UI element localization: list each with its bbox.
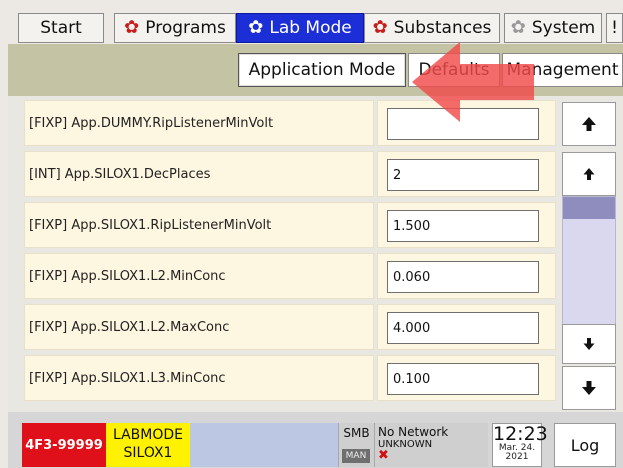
parameter-label: [FIXP] App.SILOX1.L3.MinConc [24,355,374,401]
clock-time: 12:23 [493,423,548,445]
parameter-row[interactable]: [FIXP] App.SILOX1.L2.MaxConc 4.000 [24,304,556,350]
tab-system[interactable]: ✿ System [504,13,602,43]
subtab-application-mode[interactable]: Application Mode [238,53,406,87]
scroll-controls [562,102,616,410]
line-down-button[interactable] [562,324,616,364]
tab-label: Substances [393,18,492,38]
mode-indicator: LABMODE SILOX1 [106,423,190,467]
network-status-text: No Network [378,425,449,439]
parameter-value-field[interactable]: 0.060 [387,261,539,293]
parameter-label: [FIXP] App.SILOX1.L2.MinConc [24,253,374,299]
value-cell: 1.500 [377,202,556,248]
tab-label: ! [611,18,618,38]
scrollbar-thumb[interactable] [563,197,615,219]
log-button[interactable]: Log [554,423,616,467]
status-message-area [190,423,338,467]
tab-lab-mode[interactable]: ✿ Lab Mode [236,13,364,43]
parameter-value-field[interactable]: 2 [387,159,539,191]
gear-icon: ✿ [248,17,264,38]
page-up-button[interactable] [562,102,616,146]
line-up-button[interactable] [562,152,616,196]
parameter-row[interactable]: [INT] App.SILOX1.DecPlaces 2 [24,151,556,197]
gear-icon: ✿ [510,17,526,38]
parameter-list: [FIXP] App.DUMMY.RipListenerMinVolt [INT… [8,96,623,412]
top-border [0,0,623,8]
arrow-down-icon [583,338,595,350]
subtab-management[interactable]: Management [502,53,623,87]
status-bar: 4F3-99999 LABMODE SILOX1 SMB MAN No Netw… [8,412,623,468]
scrollbar-track[interactable] [562,196,616,326]
value-cell: 2 [377,151,556,197]
parameter-label: [FIXP] App.SILOX1.RipListenerMinVolt [24,202,374,248]
parameter-row[interactable]: [FIXP] App.SILOX1.L3.MinConc 0.100 [24,355,556,401]
left-border [0,8,8,468]
tab-label: System [531,18,596,38]
value-cell [377,100,556,146]
mode-line-2: SILOX1 [123,445,173,461]
parameter-value-field[interactable]: 1.500 [387,210,539,242]
value-cell: 0.100 [377,355,556,401]
parameter-value-field[interactable] [387,108,539,140]
device-id-badge: 4F3-99999 [22,423,106,467]
app-window: Start ✿ Programs ✿ Lab Mode ✿ Substances… [0,0,623,468]
parameter-row[interactable]: [FIXP] App.SILOX1.L2.MinConc 0.060 [24,253,556,299]
mode-line-1: LABMODE [112,427,184,443]
subtab-label: Management [506,60,619,80]
tab-programs[interactable]: ✿ Programs [114,13,236,43]
tab-alert[interactable]: ! [606,13,623,43]
subtab-label: Application Mode [248,60,396,80]
tab-label: Start [40,18,82,38]
value-cell: 4.000 [377,304,556,350]
clock-date-line-2: 2021 [505,452,529,462]
page-down-button[interactable] [562,366,616,410]
clock: 12:23 Mar. 24. 2021 [492,423,548,467]
parameter-row[interactable]: [FIXP] App.SILOX1.RipListenerMinVolt 1.5… [24,202,556,248]
arrow-up-bold-icon [582,117,596,131]
subtab-label: Defaults [418,60,490,80]
parameter-value-field[interactable]: 0.100 [387,363,539,395]
gear-icon: ✿ [372,17,388,38]
network-status: No Network UNKNOWN ✖ [374,423,488,467]
value-cell: 0.060 [377,253,556,299]
tab-label: Programs [145,18,226,38]
smb-label: SMB [343,426,370,440]
man-badge: MAN [342,449,370,463]
gear-icon: ✿ [124,17,140,38]
arrow-down-bold-icon [582,381,596,395]
tab-label: Lab Mode [269,18,352,38]
main-tab-bar: Start ✿ Programs ✿ Lab Mode ✿ Substances… [8,8,623,44]
tab-start[interactable]: Start [18,13,104,43]
parameter-label: [FIXP] App.SILOX1.L2.MaxConc [24,304,374,350]
tab-substances[interactable]: ✿ Substances [364,13,500,43]
sub-tab-bar: Application Mode Defaults Management [8,44,623,96]
parameter-label: [FIXP] App.DUMMY.RipListenerMinVolt [24,100,374,146]
x-mark-icon: ✖ [378,448,389,463]
arrow-up-icon [583,168,595,180]
parameter-label: [INT] App.SILOX1.DecPlaces [24,151,374,197]
parameter-row[interactable]: [FIXP] App.DUMMY.RipListenerMinVolt [24,100,556,146]
parameter-value-field[interactable]: 4.000 [387,312,539,344]
smb-indicator: SMB MAN [338,423,374,467]
network-state-text: UNKNOWN [378,439,433,450]
subtab-defaults[interactable]: Defaults [408,53,500,87]
